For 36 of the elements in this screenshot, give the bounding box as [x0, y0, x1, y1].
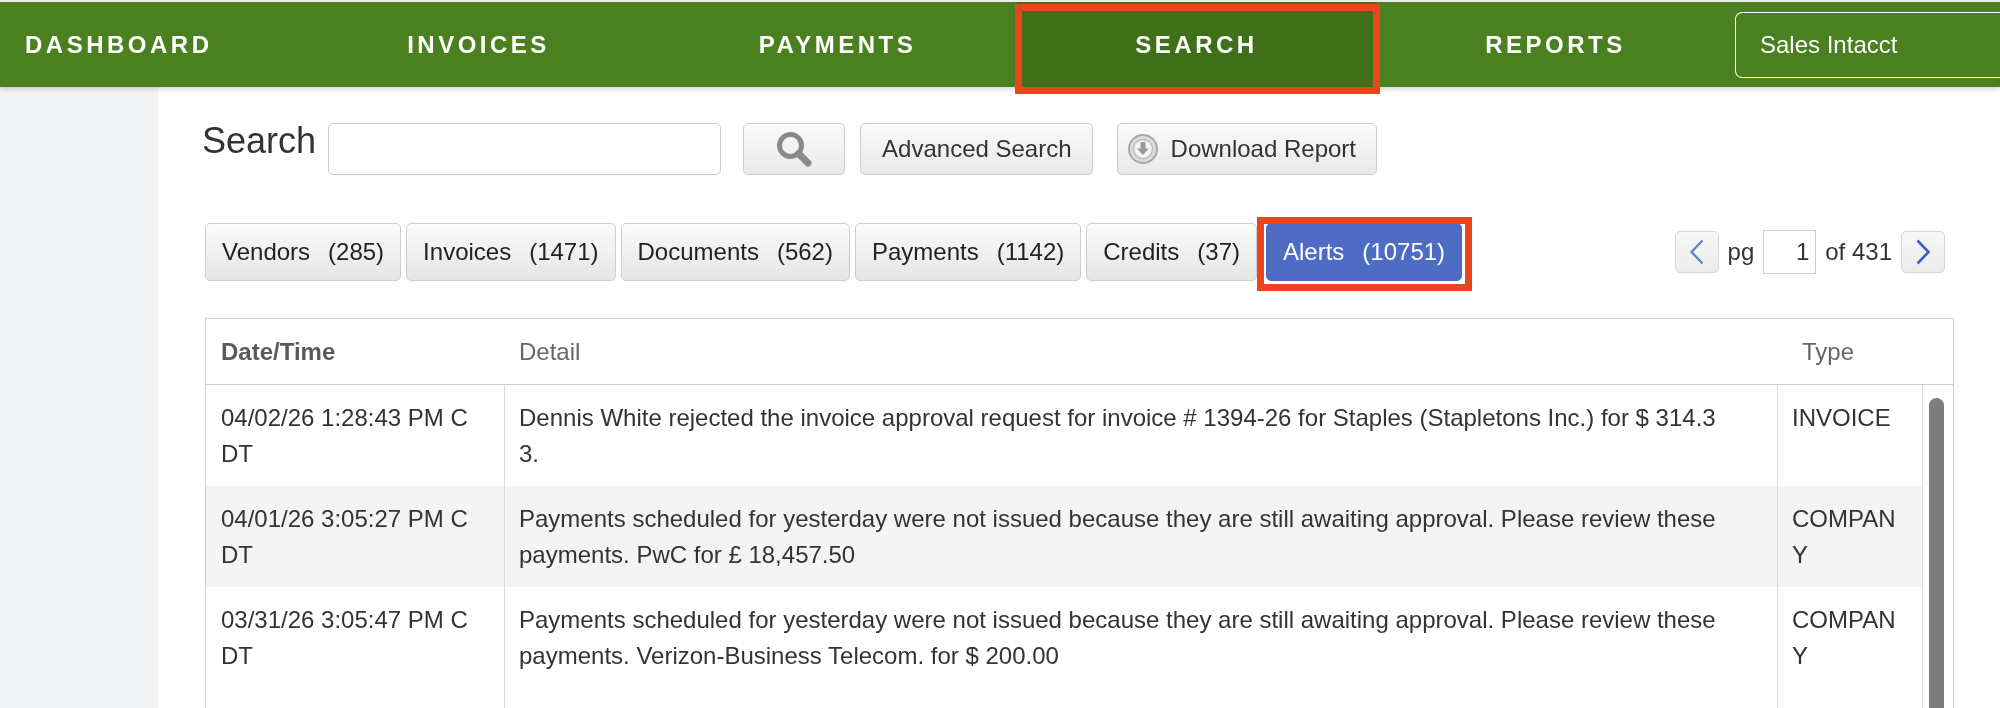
chevron-left-icon — [1689, 239, 1704, 265]
chevron-right-icon — [1916, 239, 1930, 265]
column-header[interactable]: Type — [1777, 319, 1953, 384]
table-cell-text: 04/02/26 1:28:43 PM CDT — [220, 403, 469, 469]
table-cell: 04/01/26 3:05:27 PM CDT — [206, 486, 504, 587]
scrollbar-thumb[interactable] — [1929, 398, 1944, 708]
nav-tab[interactable]: INVOICES — [299, 2, 658, 87]
table-cell: COMPANY — [1777, 486, 1922, 587]
next-page-button[interactable] — [1901, 231, 1945, 273]
table-cell: COMPANY — [1777, 587, 1922, 688]
download-report-button[interactable]: Download Report — [1116, 123, 1377, 175]
table-cell-text: 03/31/26 3:05:47 PM CDT — [220, 605, 469, 671]
result-tab[interactable]: Documents (562) — [620, 223, 850, 281]
column-header[interactable]: Detail — [504, 319, 1777, 384]
page-field[interactable]: 1 — [1763, 230, 1817, 274]
advanced-search-button[interactable]: Advanced Search — [860, 123, 1093, 175]
table-cell: Payments scheduled for yesterday were not issued because they are still awaiting approval. Please review these payments. PwC for £ 18,457.50 — [504, 486, 1777, 587]
nav-tab[interactable]: REPORTS — [1376, 2, 1735, 87]
nav-tab[interactable]: DASHBOARD — [0, 2, 299, 87]
table-cell: Payments scheduled for yesterday were not issued because they are still awaiting approval. Please review these payments. Verizon-Business Telecom. for $ 200.00 — [504, 587, 1777, 688]
result-tab[interactable]: Invoices (1471) — [406, 223, 616, 281]
previous-page-button[interactable] — [1674, 231, 1719, 273]
result-tab[interactable]: Alerts (10751) — [1266, 223, 1463, 281]
search-button[interactable] — [743, 123, 846, 175]
result-tab[interactable]: Credits (37) — [1086, 223, 1257, 281]
result-tab[interactable]: Payments (1142) — [854, 223, 1082, 281]
download-icon — [1127, 134, 1158, 164]
search-label: Search — [202, 123, 317, 159]
page-total: of 431 — [1825, 238, 1892, 266]
company-dropdown[interactable]: Sales Intacct — [1735, 12, 2000, 78]
column-header[interactable]: Date/Time — [206, 319, 504, 384]
search-field[interactable] — [328, 123, 722, 175]
search-icon — [776, 131, 813, 167]
page-label: pg — [1727, 238, 1755, 266]
nav-tab[interactable]: PAYMENTS — [658, 2, 1017, 87]
result-tab[interactable]: Vendors (285) — [205, 223, 402, 281]
